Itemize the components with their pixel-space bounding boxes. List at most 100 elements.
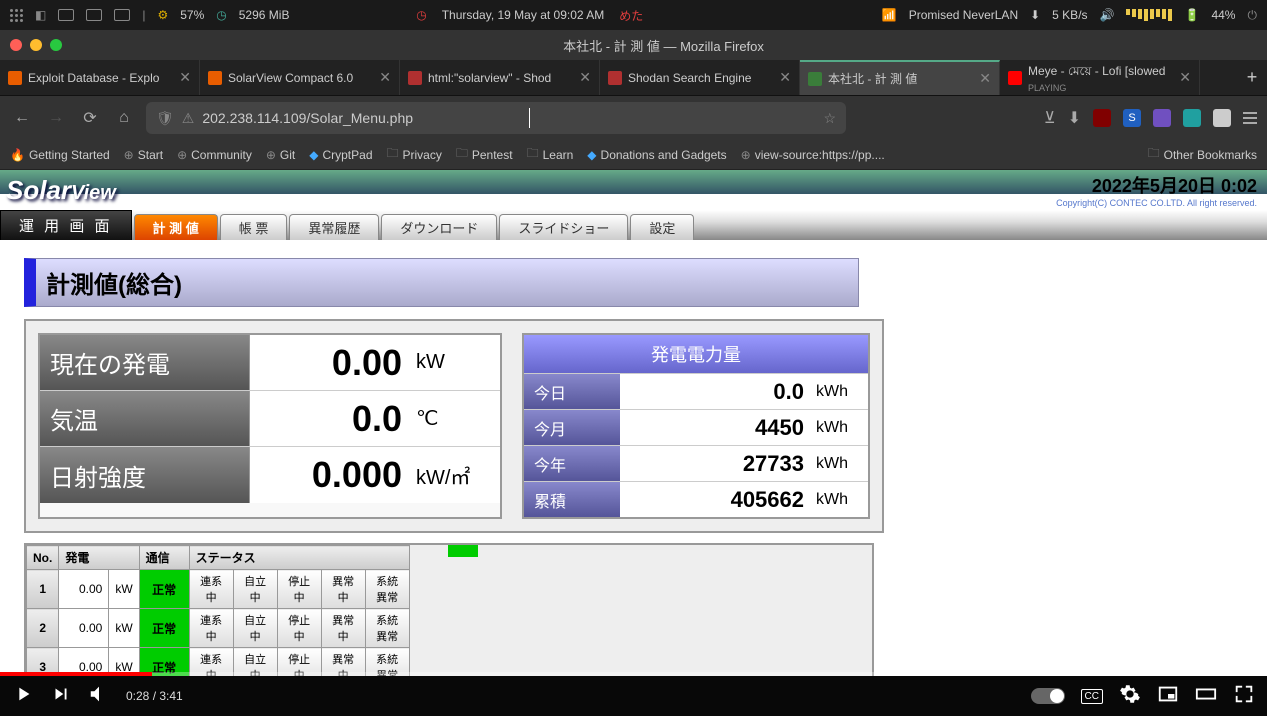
menu-button[interactable] bbox=[1243, 112, 1257, 124]
solarview-date: 2022年5月20日 0:02 bbox=[1056, 172, 1257, 198]
display-icon-3[interactable] bbox=[114, 9, 130, 21]
cc-button[interactable]: CC bbox=[1081, 689, 1103, 704]
total-label: 今日 bbox=[524, 374, 620, 409]
tab-favicon bbox=[8, 71, 22, 85]
shield-icon[interactable]: 🛡 bbox=[156, 110, 174, 127]
display-icon-2[interactable] bbox=[86, 9, 102, 21]
separator: | bbox=[142, 8, 145, 22]
maximize-window[interactable] bbox=[50, 39, 62, 51]
status-3[interactable]: 異常中 bbox=[321, 570, 365, 609]
tab-label: Meye - মেয়ে - Lofi [slowed bbox=[1028, 63, 1165, 83]
display-icon-1[interactable] bbox=[58, 9, 74, 21]
close-tab-icon[interactable]: ✕ bbox=[1179, 69, 1191, 86]
url-bar[interactable]: 🛡 ⚠ 202.238.114.109/Solar_Menu.php ☆ bbox=[146, 102, 846, 134]
browser-tab-4[interactable]: 本社北 - 計 測 値✕ bbox=[800, 60, 1000, 95]
bm-viewsource[interactable]: ⊕view-source:https://pp.... bbox=[741, 148, 885, 162]
close-tab-icon[interactable]: ✕ bbox=[779, 69, 791, 86]
cpu-icon: ⚙ bbox=[157, 8, 168, 22]
next-button[interactable] bbox=[50, 683, 72, 710]
home-button[interactable]: ⌂ bbox=[112, 109, 136, 127]
forward-button[interactable]: → bbox=[44, 109, 68, 127]
status-4[interactable]: 系統異常 bbox=[365, 609, 409, 648]
yt-time: 0:28 / 3:41 bbox=[126, 689, 183, 703]
power-icon[interactable]: ⏻ bbox=[1247, 8, 1257, 23]
cpu-value: 57% bbox=[180, 8, 204, 22]
workspace-icon[interactable]: ◧ bbox=[35, 8, 46, 22]
status-3[interactable]: 異常中 bbox=[321, 609, 365, 648]
netspeed: 5 KB/s bbox=[1052, 8, 1087, 22]
status-0[interactable]: 連系中 bbox=[189, 570, 233, 609]
comm-status: 正常 bbox=[139, 570, 189, 609]
status-2[interactable]: 停止中 bbox=[277, 570, 321, 609]
bookmark-star-icon[interactable]: ☆ bbox=[823, 110, 836, 127]
bm-community[interactable]: ⊕Community bbox=[177, 148, 252, 162]
browser-tab-0[interactable]: Exploit Database - Explo✕ bbox=[0, 60, 200, 95]
table-row: 10.00kW正常連系中自立中停止中異常中系統異常 bbox=[27, 570, 410, 609]
tab-favicon bbox=[208, 71, 222, 85]
volume-icon[interactable]: 🔊 bbox=[1100, 8, 1115, 22]
new-tab-button[interactable]: + bbox=[1237, 60, 1267, 95]
total-label: 累積 bbox=[524, 482, 620, 517]
settings-button[interactable] bbox=[1119, 683, 1141, 710]
close-tab-icon[interactable]: ✕ bbox=[979, 70, 991, 87]
play-button[interactable] bbox=[12, 683, 34, 710]
save-icon[interactable]: ⊻ bbox=[1044, 108, 1056, 128]
close-tab-icon[interactable]: ✕ bbox=[379, 69, 391, 86]
status-2[interactable]: 停止中 bbox=[277, 609, 321, 648]
sv-tab-settings[interactable]: 設定 bbox=[630, 214, 694, 240]
minimize-window[interactable] bbox=[30, 39, 42, 51]
sv-tab-slideshow[interactable]: スライドショー bbox=[499, 214, 628, 240]
bm-git[interactable]: ⊕Git bbox=[266, 148, 295, 162]
status-4[interactable]: 系統異常 bbox=[365, 570, 409, 609]
status-1[interactable]: 自立中 bbox=[233, 570, 277, 609]
bm-cryptpad[interactable]: ◆CryptPad bbox=[309, 148, 372, 162]
total-value: 405662 bbox=[620, 482, 812, 517]
wifi-icon[interactable]: 📶 bbox=[882, 8, 897, 22]
sv-tab-measure[interactable]: 計 測 値 bbox=[134, 214, 218, 240]
window-titlebar: 本社北 - 計 測 値 — Mozilla Firefox bbox=[0, 30, 1267, 60]
ext-s-icon[interactable]: S bbox=[1123, 109, 1141, 127]
page-content: SolarView 2022年5月20日 0:02 Copyright(C) C… bbox=[0, 170, 1267, 676]
bm-other[interactable]: 🗀Other Bookmarks bbox=[1148, 144, 1257, 165]
memory-icon: ◷ bbox=[216, 8, 226, 22]
mute-button[interactable] bbox=[88, 683, 110, 710]
status-1[interactable]: 自立中 bbox=[233, 609, 277, 648]
sv-tab-error[interactable]: 異常履歴 bbox=[289, 214, 379, 240]
theater-button[interactable] bbox=[1195, 683, 1217, 710]
browser-tab-1[interactable]: SolarView Compact 6.0✕ bbox=[200, 60, 400, 95]
reload-button[interactable]: ⟳ bbox=[78, 108, 102, 128]
total-label: 今年 bbox=[524, 446, 620, 481]
ext-purple-icon[interactable] bbox=[1153, 109, 1171, 127]
bm-pentest[interactable]: 🗀Pentest bbox=[456, 144, 513, 165]
bm-learn[interactable]: 🗀Learn bbox=[527, 144, 574, 165]
status-0[interactable]: 連系中 bbox=[189, 609, 233, 648]
apps-icon[interactable] bbox=[10, 9, 23, 22]
lock-icon[interactable]: ⚠ bbox=[182, 110, 195, 127]
fullscreen-button[interactable] bbox=[1233, 683, 1255, 710]
bm-getting-started[interactable]: 🔥Getting Started bbox=[10, 148, 110, 162]
ext-misc-icon[interactable] bbox=[1213, 109, 1231, 127]
bm-privacy[interactable]: 🗀Privacy bbox=[387, 144, 442, 165]
sv-tab-report[interactable]: 帳 票 bbox=[220, 214, 288, 240]
row-value: 0.00 bbox=[59, 609, 109, 648]
miniplayer-button[interactable] bbox=[1157, 683, 1179, 710]
browser-tab-2[interactable]: html:"solarview" - Shod✕ bbox=[400, 60, 600, 95]
total-unit: kWh bbox=[812, 410, 868, 445]
reading-row: 気温0.0℃ bbox=[40, 391, 500, 447]
reading-label: 気温 bbox=[40, 391, 250, 446]
bm-start[interactable]: ⊕Start bbox=[124, 148, 163, 162]
download-icon[interactable]: ⬇ bbox=[1068, 108, 1081, 128]
ublock-icon[interactable] bbox=[1093, 109, 1111, 127]
close-window[interactable] bbox=[10, 39, 22, 51]
bm-donations[interactable]: ◆Donations and Gadgets bbox=[587, 148, 726, 162]
close-tab-icon[interactable]: ✕ bbox=[179, 69, 191, 86]
ext-teal-icon[interactable] bbox=[1183, 109, 1201, 127]
browser-tab-3[interactable]: Shodan Search Engine✕ bbox=[600, 60, 800, 95]
reading-label: 現在の発電 bbox=[40, 335, 250, 390]
back-button[interactable]: ← bbox=[10, 109, 34, 127]
browser-tab-5[interactable]: Meye - মেয়ে - Lofi [slowedPLAYING✕ bbox=[1000, 60, 1200, 95]
sv-tab-download[interactable]: ダウンロード bbox=[381, 214, 497, 240]
total-unit: kWh bbox=[812, 482, 868, 517]
close-tab-icon[interactable]: ✕ bbox=[579, 69, 591, 86]
autoplay-toggle[interactable] bbox=[1031, 688, 1065, 704]
